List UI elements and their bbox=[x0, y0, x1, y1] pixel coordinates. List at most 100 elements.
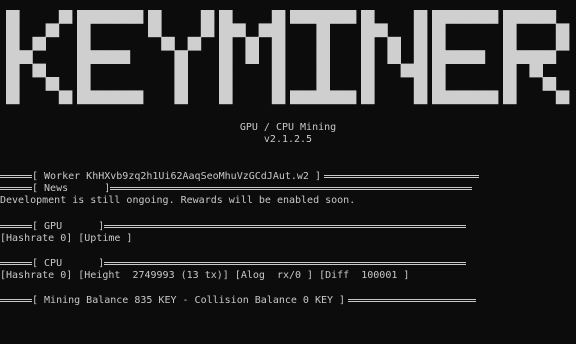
logo-pixel bbox=[90, 10, 104, 24]
divider bbox=[0, 224, 32, 228]
logo-pixel bbox=[516, 10, 530, 24]
worker-header: [ Worker KhHXvb9zq2h1Ui62AaqSeoMhuVzGCdJ… bbox=[0, 170, 479, 182]
logo-pixel bbox=[329, 90, 344, 105]
logo-pixel bbox=[445, 50, 459, 64]
logo-pixel bbox=[342, 10, 357, 24]
logo-pixel bbox=[129, 90, 144, 105]
logo-letter-i bbox=[290, 10, 357, 105]
logo-pixel bbox=[77, 77, 91, 91]
logo-pixel bbox=[316, 50, 330, 64]
logo-pixel bbox=[503, 63, 517, 78]
logo-pixel bbox=[413, 23, 428, 38]
keyminer-logo-art bbox=[6, 10, 570, 105]
logo-pixel bbox=[174, 63, 188, 78]
logo-pixel bbox=[432, 63, 446, 78]
logo-pixel bbox=[19, 50, 33, 64]
logo-pixel bbox=[316, 63, 330, 78]
logo-pixel bbox=[484, 90, 499, 105]
logo-pixel bbox=[361, 10, 375, 24]
logo-pixel bbox=[116, 50, 131, 64]
logo-pixel bbox=[529, 63, 543, 78]
gpu-stats: [Hashrate 0] [Uptime ] bbox=[0, 233, 133, 244]
logo-pixel bbox=[387, 50, 401, 64]
logo-pixel bbox=[516, 50, 530, 64]
app-version: v2.1.2.5 bbox=[263, 134, 313, 145]
logo-pixel bbox=[271, 63, 286, 78]
logo-pixel bbox=[129, 10, 144, 24]
logo-pixel bbox=[219, 90, 233, 105]
logo-pixel bbox=[316, 23, 330, 38]
logo-pixel bbox=[503, 10, 517, 24]
logo-pixel bbox=[58, 10, 73, 24]
logo-pixel bbox=[271, 36, 286, 51]
logo-pixel bbox=[458, 10, 472, 24]
logo-pixel bbox=[271, 50, 286, 64]
logo-pixel bbox=[271, 10, 286, 24]
logo-pixel bbox=[413, 10, 428, 24]
logo-pixel bbox=[432, 90, 446, 105]
divider bbox=[0, 298, 32, 302]
logo-pixel bbox=[471, 90, 486, 105]
logo-pixel bbox=[555, 23, 570, 38]
logo-pixel bbox=[503, 77, 517, 91]
logo-pixel bbox=[361, 23, 375, 38]
gpu-header: [ GPU ] bbox=[0, 220, 467, 232]
logo-pixel bbox=[77, 36, 91, 51]
logo-pixel bbox=[187, 36, 202, 51]
divider bbox=[0, 186, 32, 190]
logo-pixel bbox=[6, 77, 20, 91]
logo-pixel bbox=[103, 50, 117, 64]
logo-pixel bbox=[90, 90, 104, 105]
logo-letter-k bbox=[6, 10, 73, 105]
logo-pixel bbox=[290, 90, 304, 105]
logo-pixel bbox=[258, 23, 273, 38]
logo-pixel bbox=[103, 10, 117, 24]
logo-pixel bbox=[232, 23, 246, 38]
logo-pixel bbox=[432, 77, 446, 91]
logo-pixel bbox=[161, 36, 175, 51]
logo-pixel bbox=[361, 36, 375, 51]
logo-pixel bbox=[316, 10, 330, 24]
logo-letter-e bbox=[77, 10, 144, 105]
divider bbox=[104, 261, 467, 265]
divider bbox=[0, 174, 32, 178]
keyminer-logo bbox=[6, 10, 572, 108]
logo-pixel bbox=[148, 23, 162, 38]
logo-pixel bbox=[116, 10, 131, 24]
logo-pixel bbox=[432, 23, 446, 38]
logo-pixel bbox=[471, 10, 486, 24]
logo-pixel bbox=[200, 23, 215, 38]
logo-pixel bbox=[6, 23, 20, 38]
logo-letter-e bbox=[432, 10, 499, 105]
logo-pixel bbox=[6, 36, 20, 51]
logo-pixel bbox=[458, 50, 472, 64]
logo-pixel bbox=[116, 90, 131, 105]
logo-pixel bbox=[413, 77, 428, 91]
logo-pixel bbox=[400, 63, 415, 78]
news-label: [ News ] bbox=[32, 182, 111, 194]
logo-pixel bbox=[445, 90, 459, 105]
logo-pixel bbox=[471, 50, 486, 64]
logo-pixel bbox=[103, 90, 117, 105]
logo-pixel bbox=[413, 36, 428, 51]
logo-pixel bbox=[6, 63, 20, 78]
logo-pixel bbox=[219, 23, 233, 38]
divider bbox=[348, 298, 477, 302]
logo-pixel bbox=[245, 50, 259, 64]
logo-pixel bbox=[316, 36, 330, 51]
logo-pixel bbox=[6, 10, 20, 24]
logo-pixel bbox=[503, 90, 517, 105]
balance-header: [ Mining Balance 835 KEY - Collision Bal… bbox=[0, 294, 477, 306]
logo-letter-r bbox=[503, 10, 570, 105]
worker-label: [ Worker KhHXvb9zq2h1Ui62AaqSeoMhuVzGCdJ… bbox=[32, 170, 321, 182]
logo-pixel bbox=[484, 10, 499, 24]
logo-pixel bbox=[200, 10, 215, 24]
logo-pixel bbox=[77, 50, 91, 64]
logo-pixel bbox=[90, 50, 104, 64]
logo-pixel bbox=[316, 77, 330, 91]
logo-pixel bbox=[361, 77, 375, 91]
logo-pixel bbox=[432, 50, 446, 64]
balance-label: [ Mining Balance 835 KEY - Collision Bal… bbox=[32, 294, 346, 306]
logo-pixel bbox=[77, 10, 91, 24]
logo-pixel bbox=[555, 90, 570, 105]
